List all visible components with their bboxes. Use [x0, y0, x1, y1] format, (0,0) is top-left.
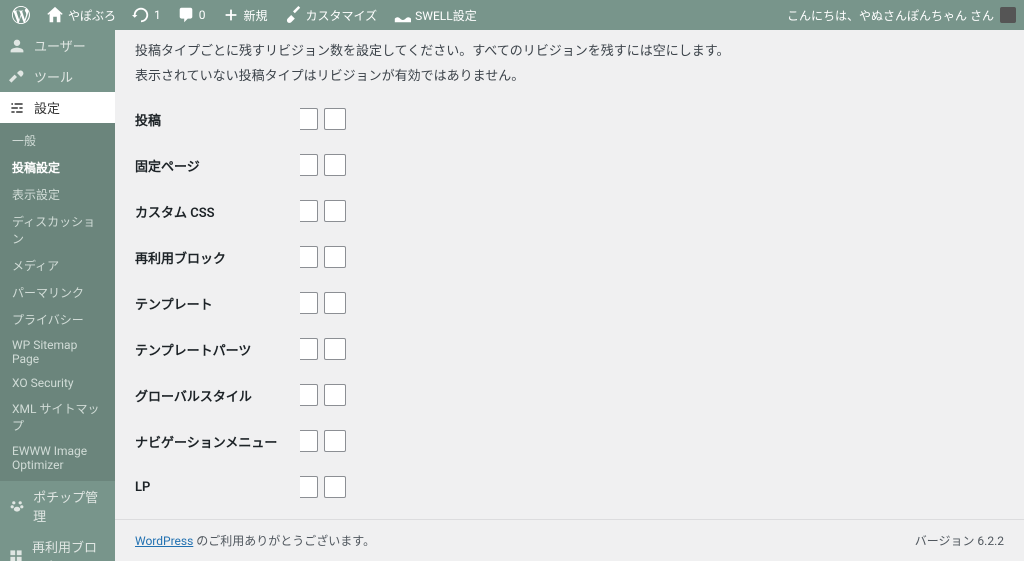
revision-input-page-a[interactable]: [300, 154, 318, 176]
sidebar-sub-xosecurity[interactable]: XO Security: [0, 371, 115, 395]
form-label: LP: [135, 480, 300, 495]
revision-input-template-b[interactable]: [324, 292, 346, 314]
sidebar-item-label: 再利用ブロック: [32, 537, 107, 561]
sidebar-sub-sitemap[interactable]: WP Sitemap Page: [0, 333, 115, 371]
brush-icon: [284, 6, 302, 24]
updates-count: 1: [154, 8, 161, 22]
form-label: テンプレート: [135, 294, 300, 313]
form-row-reusable: 再利用ブロック: [135, 234, 1004, 280]
new-label: 新規: [244, 7, 268, 24]
sidebar-item-label: ツール: [34, 67, 73, 86]
footer-left: WordPress のご利用ありがとうございます。: [135, 532, 375, 549]
form-row-template-parts: テンプレートパーツ: [135, 326, 1004, 372]
form-label: 投稿: [135, 110, 300, 129]
new-content-link[interactable]: 新規: [218, 6, 272, 24]
admin-footer: WordPress のご利用ありがとうございます。 バージョン 6.2.2: [115, 519, 1024, 561]
revision-input-template-a[interactable]: [300, 292, 318, 314]
swell-icon: [393, 6, 411, 24]
sidebar-submenu: 一般 投稿設定 表示設定 ディスカッション メディア パーマリンク プライバシー…: [0, 123, 115, 481]
sidebar-item-users[interactable]: ユーザー: [0, 30, 115, 61]
revision-input-reusable-a[interactable]: [300, 246, 318, 268]
toolbar-right: こんにちは、やぬさんぽんちゃん さん: [787, 7, 1016, 24]
form-row-nav-menu: ナビゲーションメニュー: [135, 418, 1004, 464]
comments-link[interactable]: 0: [173, 6, 210, 24]
sidebar-item-settings[interactable]: 設定: [0, 92, 115, 123]
revision-form: 投稿 固定ページ カスタム CSS 再利用ブロック テンプレート テンプレートパ…: [135, 96, 1004, 510]
form-label: カスタム CSS: [135, 202, 300, 221]
form-row-page: 固定ページ: [135, 142, 1004, 188]
description-2: 表示されていない投稿タイプはリビジョンが有効ではありません。: [135, 65, 1004, 84]
container: ユーザー ツール 設定 一般 投稿設定 表示設定 ディスカッション メディア パ…: [0, 30, 1024, 561]
comments-count: 0: [199, 8, 206, 22]
site-name: やぽぶろ: [68, 7, 116, 24]
comment-icon: [177, 6, 195, 24]
sidebar-item-tools[interactable]: ツール: [0, 61, 115, 92]
revision-input-reusable-b[interactable]: [324, 246, 346, 268]
sidebar-sub-discussion[interactable]: ディスカッション: [0, 208, 115, 252]
admin-sidebar: ユーザー ツール 設定 一般 投稿設定 表示設定 ディスカッション メディア パ…: [0, 30, 115, 561]
customize-label: カスタマイズ: [306, 7, 378, 24]
wordpress-link[interactable]: WordPress: [135, 534, 193, 548]
swell-label: SWELL設定: [415, 7, 477, 24]
avatar[interactable]: [1000, 7, 1016, 23]
form-label: 固定ページ: [135, 156, 300, 175]
form-label: テンプレートパーツ: [135, 340, 300, 359]
sidebar-sub-media[interactable]: メディア: [0, 252, 115, 279]
form-label: グローバルスタイル: [135, 386, 300, 405]
wrench-icon: [8, 68, 26, 86]
revision-input-post-a[interactable]: [300, 108, 318, 130]
revision-input-parts-b[interactable]: [324, 338, 346, 360]
footer-thanks: のご利用ありがとうございます。: [193, 534, 375, 548]
form-row-css: カスタム CSS: [135, 188, 1004, 234]
revision-input-lp-b[interactable]: [324, 476, 346, 498]
sidebar-sub-permalink[interactable]: パーマリンク: [0, 279, 115, 306]
home-icon: [46, 6, 64, 24]
revision-input-global-a[interactable]: [300, 384, 318, 406]
block-icon: [8, 547, 24, 561]
sidebar-item-reusable[interactable]: 再利用ブロック: [0, 531, 115, 561]
user-icon: [8, 37, 26, 55]
revision-input-parts-a[interactable]: [300, 338, 318, 360]
form-row-post: 投稿: [135, 96, 1004, 142]
form-row-global-style: グローバルスタイル: [135, 372, 1004, 418]
sidebar-sub-writing[interactable]: 投稿設定: [0, 154, 115, 181]
sidebar-item-label: 設定: [34, 98, 60, 117]
main-content: 投稿タイプごとに残すリビジョン数を設定してください。すべてのリビジョンを残すには…: [115, 30, 1024, 561]
sidebar-item-pochipp[interactable]: ポチップ管理: [0, 481, 115, 531]
sidebar-sub-xmlsitemap[interactable]: XML サイトマップ: [0, 395, 115, 439]
form-label: 再利用ブロック: [135, 248, 300, 267]
sidebar-item-label: ポチップ管理: [33, 487, 107, 525]
revision-input-css-a[interactable]: [300, 200, 318, 222]
revision-input-nav-b[interactable]: [324, 430, 346, 452]
refresh-icon: [132, 6, 150, 24]
revision-input-lp-a[interactable]: [300, 476, 318, 498]
paw-icon: [8, 497, 25, 515]
revision-input-post-b[interactable]: [324, 108, 346, 130]
revision-input-global-b[interactable]: [324, 384, 346, 406]
footer-version: バージョン 6.2.2: [915, 532, 1004, 549]
swell-link[interactable]: SWELL設定: [389, 6, 481, 24]
wordpress-logo[interactable]: [8, 6, 34, 24]
sliders-icon: [8, 99, 26, 117]
sidebar-sub-ewww[interactable]: EWWW Image Optimizer: [0, 439, 115, 477]
form-row-template: テンプレート: [135, 280, 1004, 326]
revision-input-page-b[interactable]: [324, 154, 346, 176]
updates-link[interactable]: 1: [128, 6, 165, 24]
form-row-lp: LP: [135, 464, 1004, 510]
customize-link[interactable]: カスタマイズ: [280, 6, 382, 24]
form-label: ナビゲーションメニュー: [135, 432, 300, 451]
revision-input-css-b[interactable]: [324, 200, 346, 222]
sidebar-item-label: ユーザー: [34, 36, 86, 55]
greeting[interactable]: こんにちは、やぬさんぽんちゃん さん: [787, 7, 994, 24]
admin-toolbar: やぽぶろ 1 0 新規 カスタマイズ SWELL設定 こんにちは、やぬさんぽんち…: [0, 0, 1024, 30]
site-home-link[interactable]: やぽぶろ: [42, 6, 120, 24]
sidebar-sub-reading[interactable]: 表示設定: [0, 181, 115, 208]
sidebar-sub-general[interactable]: 一般: [0, 127, 115, 154]
description-1: 投稿タイプごとに残すリビジョン数を設定してください。すべてのリビジョンを残すには…: [135, 40, 1004, 59]
revision-input-nav-a[interactable]: [300, 430, 318, 452]
plus-icon: [222, 6, 240, 24]
sidebar-sub-privacy[interactable]: プライバシー: [0, 306, 115, 333]
toolbar-left: やぽぶろ 1 0 新規 カスタマイズ SWELL設定: [8, 6, 481, 24]
